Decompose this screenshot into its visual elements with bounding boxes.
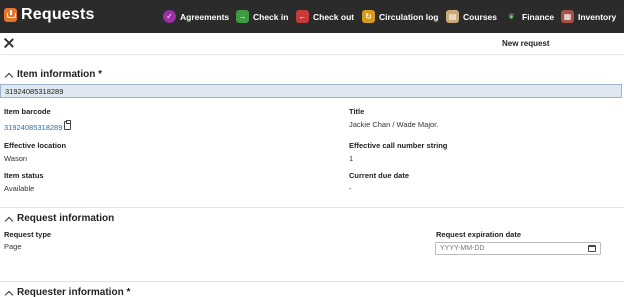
- inventory-icon: ▦: [561, 10, 574, 23]
- nav-courses[interactable]: ▤ Courses: [446, 8, 497, 25]
- courses-icon: ▤: [446, 10, 459, 23]
- circulation-log-icon: ↻: [362, 10, 375, 23]
- item-status-value: Available: [4, 184, 35, 193]
- nav-label: Finance: [522, 11, 555, 22]
- app-title: Requests: [21, 6, 95, 23]
- check-out-icon: ←: [296, 10, 309, 23]
- close-icon[interactable]: [4, 38, 14, 48]
- nav-label: Courses: [463, 11, 498, 22]
- item-barcode-link[interactable]: 31924085318289: [4, 123, 62, 132]
- accordion-label: Request information: [17, 212, 115, 224]
- request-type-label: Request type: [4, 230, 52, 239]
- effective-location-label: Effective location: [4, 141, 67, 150]
- accordion-label: Item information *: [17, 68, 103, 80]
- nav-check-in[interactable]: → Check in: [236, 8, 288, 25]
- nav-finance[interactable]: ❦ Finance: [505, 8, 554, 25]
- request-expiration-date-input[interactable]: [435, 242, 601, 255]
- item-barcode-input[interactable]: [0, 84, 622, 98]
- request-information-accordion[interactable]: Request information: [0, 209, 624, 227]
- nav-agreements[interactable]: ✓ Agreements: [163, 8, 229, 25]
- agreements-icon: ✓: [163, 10, 176, 23]
- current-due-date-value: -: [349, 184, 352, 193]
- check-in-icon: →: [236, 10, 249, 23]
- nav-circulation-log[interactable]: ↻ Circulation log: [362, 8, 439, 25]
- nav-inventory[interactable]: ▦ Inventory: [561, 8, 616, 25]
- requests-app-icon: [4, 8, 17, 22]
- request-type-value: Page: [4, 242, 22, 251]
- pane-title: New request: [502, 39, 550, 48]
- chevron-up-icon: [4, 288, 13, 297]
- calendar-icon[interactable]: [588, 245, 596, 252]
- accordion-label: Requester information *: [17, 286, 131, 297]
- nav-label: Agreements: [180, 11, 230, 22]
- app-header: Requests ✓ Agreements → Check in ← Check…: [0, 0, 624, 33]
- pane-header: New request: [0, 33, 624, 55]
- nav-label: Check out: [313, 11, 355, 22]
- nav-check-out[interactable]: ← Check out: [296, 8, 354, 25]
- section-divider: [0, 207, 624, 208]
- call-number-label: Effective call number string: [349, 141, 448, 150]
- finance-icon: ❦: [505, 10, 518, 23]
- copy-to-clipboard-icon[interactable]: [64, 120, 71, 130]
- title-value: Jackie Chan / Wade Major.: [349, 120, 439, 129]
- chevron-up-icon: [4, 70, 13, 79]
- call-number-value: 1: [349, 154, 354, 163]
- section-divider: [0, 281, 624, 282]
- nav-label: Circulation log: [379, 11, 439, 22]
- item-status-label: Item status: [4, 171, 44, 180]
- title-label: Title: [349, 107, 365, 116]
- requester-information-accordion[interactable]: Requester information *: [0, 283, 624, 297]
- item-information-accordion[interactable]: Item information *: [0, 65, 624, 83]
- effective-location-value: Wason: [4, 154, 28, 163]
- item-barcode-label: Item barcode: [4, 107, 51, 116]
- current-due-date-label: Current due date: [349, 171, 410, 180]
- nav-label: Check in: [253, 11, 289, 22]
- request-expiration-label: Request expiration date: [436, 230, 522, 239]
- nav-label: Inventory: [578, 11, 617, 22]
- chevron-up-icon: [4, 214, 13, 223]
